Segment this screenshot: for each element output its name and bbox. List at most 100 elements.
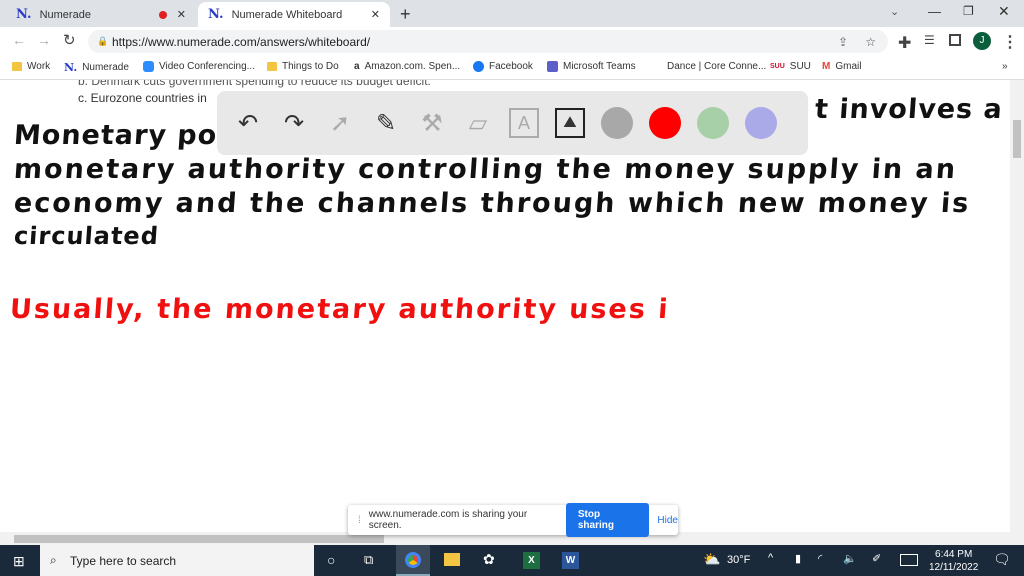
screen-share-bar: ⁞ www.numerade.com is sharing your scree… (348, 503, 678, 537)
whiteboard-canvas[interactable]: b. Denmark cuts government spending to r… (0, 80, 1010, 532)
weather-icon[interactable]: ⛅ (703, 551, 720, 568)
forward-button[interactable]: → (37, 32, 51, 48)
color-green[interactable] (697, 107, 729, 139)
color-gray[interactable] (601, 107, 633, 139)
question-option-b: b. Denmark cuts government spending to r… (78, 80, 431, 88)
back-button[interactable]: ← (12, 32, 26, 48)
zoom-icon (143, 61, 154, 72)
cortana-icon[interactable]: ○ (327, 552, 335, 568)
url-text: https://www.numerade.com/answers/whitebo… (112, 34, 371, 49)
bookmark-microsoft-teams[interactable]: Microsoft Teams (547, 61, 636, 72)
handwriting-line: Monetary pol (12, 120, 229, 151)
tab-search-icon[interactable]: ⌄ (890, 5, 899, 18)
wifi-icon[interactable]: ◜ (818, 552, 822, 565)
taskbar-search[interactable]: ⌕ Type here to search (40, 545, 314, 576)
bookmark-gmail[interactable]: M Gmail (822, 61, 861, 72)
weather-temp[interactable]: 30°F (727, 554, 750, 566)
suu-icon: SUU (770, 63, 785, 70)
pen-workspace-icon[interactable]: ✐ (872, 552, 881, 565)
hide-button[interactable]: Hide (657, 515, 678, 526)
whiteboard-toolbar: ↶ ↷ ➚ ✎ ⚒ ▱ A ⛰ (217, 91, 808, 155)
text-icon[interactable]: A (509, 108, 539, 138)
task-view-icon[interactable]: ⧉ (364, 552, 373, 568)
facebook-icon (473, 61, 484, 72)
side-panel-icon[interactable] (949, 34, 961, 46)
reload-button[interactable]: ↻ (63, 31, 76, 49)
more-bookmarks-icon[interactable]: » (1002, 61, 1008, 72)
tab-label: Numerade Whiteboard (231, 8, 343, 21)
pointer-icon[interactable]: ➚ (325, 108, 355, 138)
bookmark-label: Things to Do (282, 61, 339, 72)
windows-start-icon[interactable]: ⊞ (13, 553, 25, 570)
color-purple[interactable] (745, 107, 777, 139)
share-message: www.numerade.com is sharing your screen. (368, 509, 528, 531)
notifications-icon[interactable]: 🗨 (993, 551, 1011, 568)
clock[interactable]: 6:44 PM 12/11/2022 (929, 548, 978, 574)
address-bar[interactable]: 🔒 https://www.numerade.com/answers/white… (88, 30, 888, 53)
bookmark-label: SUU (789, 61, 811, 72)
taskbar: ⊞ ⌕ Type here to search ○ ⧉ ✿ X W ⛅ 30°F… (0, 545, 1024, 576)
date: 12/11/2022 (929, 562, 979, 573)
reading-list-icon[interactable]: ☰ (924, 33, 935, 47)
bookmark-amazon[interactable]: a Amazon.com. Spen... (354, 61, 460, 72)
scrollbar-thumb[interactable] (14, 535, 384, 543)
folder-icon (267, 62, 277, 71)
redo-icon[interactable]: ↷ (279, 108, 309, 138)
bookmark-label: Gmail (835, 61, 862, 72)
bookmark-things-to-do[interactable]: Things to Do (267, 61, 339, 72)
bookmark-label: Amazon.com. Spen... (364, 61, 461, 72)
close-window-button[interactable]: ✕ (998, 3, 1010, 20)
restore-button[interactable]: ❐ (963, 4, 974, 18)
handwriting-line: t involves a (813, 94, 1004, 125)
numerade-logo-icon: N. (64, 61, 78, 74)
bookmark-suu[interactable]: SUU SUU (770, 61, 811, 72)
tab-numerade[interactable]: N. Numerade ✕ (6, 2, 196, 27)
bookmark-numerade[interactable]: N. Numerade (64, 61, 129, 74)
bookmark-video-conferencing[interactable]: Video Conferencing... (143, 61, 255, 72)
excel-icon[interactable]: X (523, 552, 540, 569)
file-explorer-icon[interactable] (444, 553, 460, 566)
usb-icon[interactable]: ▮ (795, 552, 801, 565)
tab-numerade-whiteboard[interactable]: N. Numerade Whiteboard ✕ (198, 2, 390, 27)
bookmark-label: Facebook (489, 61, 533, 72)
bookmark-dance[interactable]: Dance | Core Conne... (667, 61, 766, 72)
handwriting-line-red: Usually, the monetary authority uses i (8, 294, 671, 325)
close-icon[interactable]: ✕ (371, 8, 380, 21)
gmail-icon: M (822, 61, 831, 72)
pen-icon[interactable]: ✎ (371, 108, 401, 138)
scrollbar-thumb[interactable] (1013, 120, 1021, 158)
search-icon: ⌕ (50, 553, 57, 567)
bookmark-facebook[interactable]: Facebook (473, 61, 533, 72)
undo-icon[interactable]: ↶ (233, 108, 263, 138)
stop-sharing-button[interactable]: Stop sharing (565, 503, 650, 537)
address-toolbar: ← → ↻ 🔒 https://www.numerade.com/answers… (0, 27, 1024, 56)
bookmark-label: Work (27, 61, 51, 72)
drag-handle-icon[interactable]: ⁞ (358, 515, 361, 526)
volume-icon[interactable]: 🔈 (843, 552, 857, 565)
word-icon[interactable]: W (562, 552, 579, 569)
menu-icon[interactable]: ⋮ (1002, 32, 1018, 52)
app-icon[interactable]: ✿ (483, 551, 495, 568)
close-icon[interactable]: ✕ (177, 8, 186, 21)
tools-icon[interactable]: ⚒ (417, 108, 447, 138)
keyboard-icon[interactable] (900, 554, 918, 566)
chrome-taskbar-icon[interactable] (396, 545, 430, 576)
share-icon[interactable]: ⇪ (838, 35, 848, 49)
time: 6:44 PM (935, 549, 973, 560)
eraser-icon[interactable]: ▱ (463, 108, 493, 138)
show-hidden-icons[interactable]: ^ (768, 552, 773, 564)
folder-icon (12, 62, 22, 71)
avatar[interactable]: J (973, 32, 991, 50)
color-red[interactable] (649, 107, 681, 139)
chrome-icon (405, 552, 421, 568)
vertical-scrollbar[interactable] (1010, 80, 1024, 545)
image-icon[interactable]: ⛰ (555, 108, 585, 138)
extensions-icon[interactable]: ✚ (898, 33, 911, 53)
lock-icon: 🔒 (97, 36, 109, 46)
handwriting-line: economy and the channels through which n… (12, 188, 972, 219)
new-tab-button[interactable]: + (400, 4, 411, 25)
star-icon[interactable]: ☆ (865, 35, 876, 49)
minimize-button[interactable]: — (928, 4, 941, 19)
bookmark-work[interactable]: Work (12, 61, 50, 72)
tab-strip: N. Numerade ✕ N. Numerade Whiteboard ✕ +… (0, 0, 1024, 27)
